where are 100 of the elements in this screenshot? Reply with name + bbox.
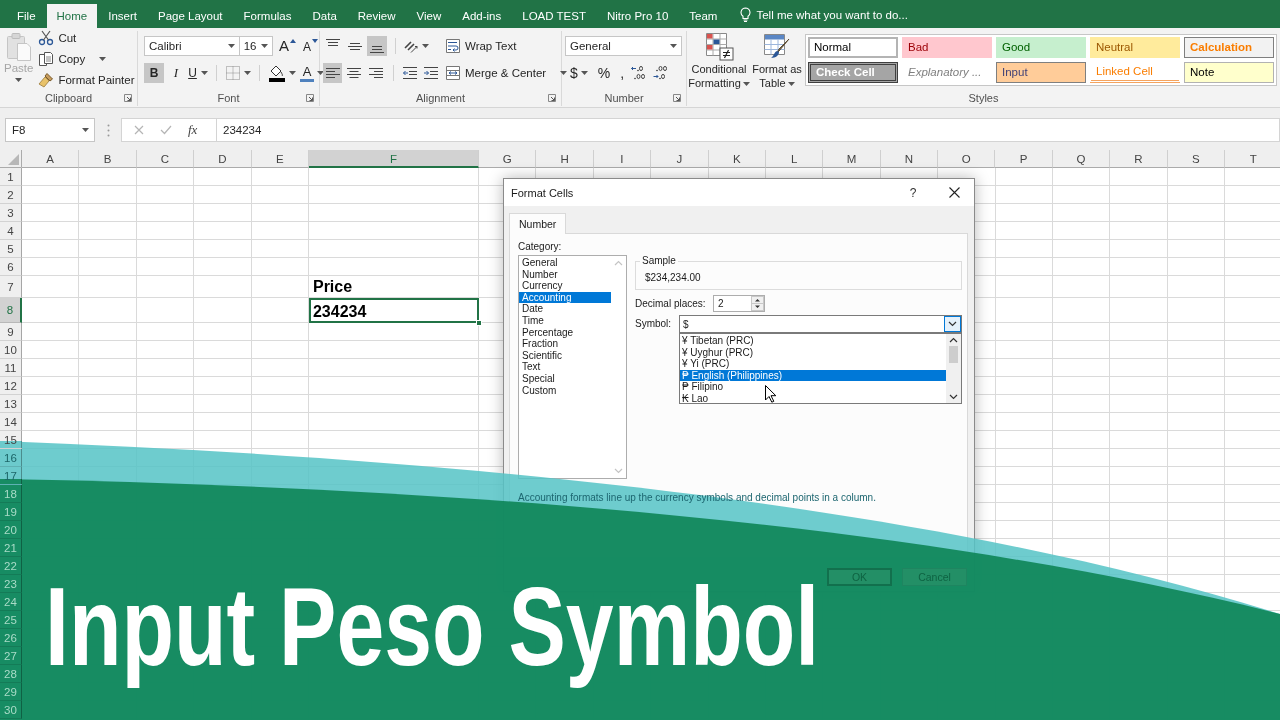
borders-button[interactable] (223, 63, 253, 83)
row-header[interactable]: 14 (0, 413, 22, 431)
category-item[interactable]: Currency (519, 280, 611, 292)
row-header[interactable]: 11 (0, 359, 22, 377)
column-header[interactable]: Q (1052, 150, 1111, 168)
ribbon-tab[interactable]: View (406, 4, 452, 28)
vertical-align-button[interactable] (367, 36, 387, 56)
row-header[interactable]: 8 (0, 298, 22, 323)
format-as-table-button[interactable]: Format as Table (751, 28, 803, 90)
chevron-down-icon[interactable] (949, 394, 958, 400)
cell-style-item[interactable]: Explanatory ... (902, 62, 992, 83)
column-header[interactable]: O (938, 150, 996, 168)
font-color-button[interactable]: A (298, 63, 326, 83)
number-format-button[interactable]: , (615, 63, 630, 83)
column-header[interactable]: P (995, 150, 1053, 168)
chevron-down-icon[interactable] (948, 321, 957, 327)
grow-font-button[interactable]: A (277, 36, 297, 56)
symbol-dropdown[interactable]: $ (679, 315, 962, 333)
column-header[interactable]: E (251, 150, 309, 168)
font-name-dropdown[interactable]: Calibri (144, 36, 240, 56)
insert-function-button[interactable]: fx (188, 122, 198, 138)
conditional-formatting-button[interactable]: Conditional Formatting (687, 28, 751, 90)
category-list[interactable]: General Number Currency Accounting Date Time Percentage Fraction Scientific Text Special Custom (518, 255, 627, 479)
row-header[interactable]: 3 (0, 204, 22, 222)
column-header[interactable]: M (823, 150, 881, 168)
column-header[interactable]: R (1110, 150, 1168, 168)
ribbon-tab[interactable]: Page Layout (148, 4, 233, 28)
row-header[interactable]: 4 (0, 222, 22, 240)
shrink-font-button[interactable]: A (302, 36, 319, 56)
symbol-options-list[interactable]: ¥ Tibetan (PRC) ¥ Uyghur (PRC) ¥ Yi (PRC) ₱ English (Philippines) ₱ Filipino ₭ Lao (679, 333, 962, 404)
scrollbar[interactable] (946, 334, 961, 403)
cell-style-item[interactable]: Neutral (1090, 37, 1180, 58)
column-header[interactable]: K (708, 150, 766, 168)
ribbon-tab[interactable]: File (7, 4, 46, 28)
symbol-option[interactable]: ¥ Uyghur (PRC) (680, 346, 946, 358)
font-size-dropdown[interactable]: 16 (238, 36, 273, 56)
category-item[interactable]: General (519, 257, 611, 269)
spin-arrows-icon[interactable] (751, 296, 764, 311)
category-item[interactable]: Fraction (519, 338, 611, 350)
name-box[interactable]: F8 (5, 118, 95, 142)
row-header[interactable]: 2 (0, 186, 22, 204)
symbol-option[interactable]: ₱ Filipino (680, 381, 946, 393)
column-header[interactable]: H (536, 150, 594, 168)
cell-style-item[interactable]: Bad (902, 37, 992, 58)
dialog-launcher-icon[interactable] (124, 94, 132, 102)
horizontal-align-button[interactable] (323, 63, 343, 83)
row-header[interactable]: 17 (0, 467, 22, 485)
cut-button[interactable]: Cut (35, 28, 138, 49)
wrap-text-button[interactable]: Wrap Text (443, 36, 519, 56)
dialog-launcher-icon[interactable] (673, 94, 681, 102)
number-format-button[interactable]: % (592, 63, 616, 83)
column-header[interactable]: L (765, 150, 824, 168)
column-header[interactable]: C (136, 150, 195, 168)
symbol-option[interactable]: ₭ Lao (680, 392, 946, 404)
category-item[interactable]: Special (519, 372, 611, 385)
formula-field[interactable]: 234234 (217, 118, 1280, 142)
scrollbar-thumb[interactable] (949, 346, 958, 363)
decimal-places-field[interactable]: 2 (713, 295, 765, 312)
row-header[interactable]: 7 (0, 276, 22, 298)
row-header[interactable]: 5 (0, 240, 22, 258)
ribbon-tab[interactable]: Add-ins (452, 4, 512, 28)
cell-style-item[interactable]: Normal (808, 37, 898, 58)
ribbon-tab[interactable]: Nitro Pro 10 (596, 4, 679, 28)
font-style-button[interactable]: I (166, 63, 186, 83)
row-header[interactable]: 16 (0, 449, 22, 467)
cell-style-item[interactable]: Input (996, 62, 1086, 83)
vertical-dots-icon[interactable] (107, 123, 110, 137)
copy-button[interactable]: Copy (35, 48, 138, 70)
category-item[interactable]: Number (519, 268, 611, 281)
dialog-tab[interactable]: Number (509, 213, 567, 234)
column-header[interactable]: T (1225, 150, 1280, 168)
row-header[interactable]: 10 (0, 341, 22, 359)
cell-style-item[interactable]: Good (996, 37, 1086, 58)
category-item[interactable]: Text (519, 361, 611, 373)
row-header[interactable]: 1 (0, 168, 22, 186)
ribbon-tab[interactable]: Data (302, 4, 347, 28)
row-header[interactable]: 6 (0, 258, 22, 276)
ribbon-tab[interactable]: Home (46, 4, 98, 28)
tell-me-field[interactable]: Tell me what you want to do... (756, 8, 937, 21)
number-format-dropdown[interactable]: General (565, 36, 682, 56)
row-header[interactable]: 13 (0, 395, 22, 413)
category-item[interactable]: Date (519, 303, 611, 315)
symbol-option[interactable]: ¥ Yi (PRC) (680, 358, 946, 370)
ribbon-tab[interactable]: Review (347, 4, 406, 28)
chevron-up-icon[interactable] (949, 337, 958, 343)
column-header[interactable]: A (22, 150, 80, 168)
category-item[interactable]: Accounting (519, 291, 611, 304)
ribbon-tab[interactable]: Team (679, 4, 728, 28)
column-header[interactable]: J (651, 150, 709, 168)
column-header[interactable]: B (79, 150, 137, 168)
font-style-button[interactable]: U (188, 63, 208, 83)
category-item[interactable]: Custom (519, 384, 611, 397)
ribbon-tab[interactable]: LOAD TEST (512, 4, 596, 28)
category-item[interactable]: Percentage (519, 326, 611, 339)
ribbon-tab[interactable]: Insert (98, 4, 147, 28)
format-painter-button[interactable]: Format Painter (35, 69, 138, 90)
column-header[interactable]: G (478, 150, 537, 168)
fill-handle-icon[interactable] (475, 320, 482, 326)
ribbon-tab[interactable]: Formulas (233, 4, 302, 28)
spreadsheet-cell[interactable]: Price (308, 276, 479, 298)
